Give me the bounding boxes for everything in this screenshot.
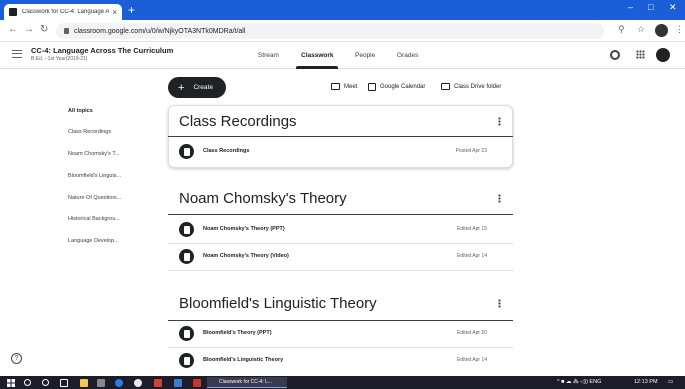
item-date: Edited Apr 15 bbox=[456, 226, 487, 232]
item-title: Bloomfield's Theory (PPT) bbox=[203, 330, 272, 336]
task-view-icon[interactable] bbox=[60, 379, 68, 387]
reload-icon[interactable]: ↻ bbox=[40, 24, 48, 36]
tab-people[interactable]: People bbox=[355, 52, 375, 59]
back-arrow-icon[interactable]: ← bbox=[8, 24, 18, 36]
notifications-icon[interactable]: ▭ bbox=[668, 379, 673, 385]
windows-start-icon[interactable] bbox=[7, 379, 15, 387]
calendar-icon bbox=[368, 83, 376, 91]
sidebar-item-language-development[interactable]: Language Develop... bbox=[68, 238, 119, 244]
google-apps-icon[interactable] bbox=[636, 50, 645, 59]
office-icon[interactable] bbox=[154, 379, 162, 387]
item-date: Edited Apr 14 bbox=[456, 357, 487, 363]
main-menu-icon[interactable] bbox=[12, 50, 22, 58]
lock-icon bbox=[64, 28, 69, 34]
sidebar-item-bloomfield[interactable]: Bloomfield's Linguis... bbox=[68, 173, 121, 179]
address-bar[interactable]: classroom.google.com/u/0/w/NjkyOTA3NTk0M… bbox=[56, 23, 604, 39]
list-item[interactable]: Bloomfield's Theory (PPT) Edited Apr 20 bbox=[168, 321, 513, 347]
list-item[interactable]: Class Recordings Posted Apr 23 bbox=[168, 139, 513, 165]
sidebar-item-nature-of-questioning[interactable]: Nature Of Questioni... bbox=[68, 195, 121, 201]
browser-tab[interactable]: Classwork for CC-4: Language Ac × bbox=[4, 4, 122, 20]
classroom-favicon-icon bbox=[9, 8, 17, 16]
new-tab-button[interactable]: + bbox=[128, 4, 135, 16]
item-date: Edited Apr 20 bbox=[456, 330, 487, 336]
item-title: Class Recordings bbox=[203, 148, 250, 154]
meet-link[interactable]: Meet bbox=[331, 83, 357, 90]
material-icon bbox=[179, 144, 194, 159]
calendar-label: Google Calendar bbox=[380, 84, 426, 90]
list-item[interactable]: Noam Chomsky's Theory (Video) Edited Apr… bbox=[168, 244, 513, 270]
sidebar-item-noam-chomsky[interactable]: Noam Chomsky's T... bbox=[68, 151, 120, 157]
more-options-icon[interactable] bbox=[498, 299, 501, 308]
close-tab-icon[interactable]: × bbox=[112, 8, 117, 17]
item-date: Edited Apr 14 bbox=[456, 253, 487, 259]
media-app-icon[interactable] bbox=[193, 379, 201, 387]
browser-tab-strip: Classwork for CC-4: Language Ac × + – □ … bbox=[0, 0, 685, 20]
row-separator bbox=[168, 270, 513, 271]
sidebar-item-all-topics[interactable]: All topics bbox=[68, 108, 93, 114]
edge-icon[interactable] bbox=[115, 379, 123, 387]
more-options-icon[interactable] bbox=[498, 117, 501, 126]
create-label: Create bbox=[193, 84, 213, 91]
settings-gear-icon[interactable] bbox=[610, 50, 620, 60]
browser-menu-icon[interactable]: ⋮ bbox=[675, 24, 684, 35]
sidebar-item-class-recordings[interactable]: Class Recordings bbox=[68, 129, 111, 135]
active-tab-indicator bbox=[296, 66, 338, 69]
drive-label: Class Drive folder bbox=[454, 83, 502, 90]
forward-arrow-icon[interactable]: → bbox=[24, 24, 34, 36]
windows-taskbar: Classwork for CC-4: L... ^ ■ ☁ ⁂ ◁)) ENG… bbox=[0, 376, 685, 389]
tab-title: Classwork for CC-4: Language Ac bbox=[22, 9, 110, 15]
tab-stream[interactable]: Stream bbox=[258, 52, 279, 59]
minimize-window-button[interactable]: – bbox=[628, 2, 633, 12]
material-icon bbox=[179, 249, 194, 264]
topic-title[interactable]: Class Recordings bbox=[179, 113, 297, 130]
help-icon[interactable]: ? bbox=[11, 353, 22, 364]
item-title: Bloomfield's Linguistic Theory bbox=[203, 357, 284, 363]
maximize-window-button[interactable]: □ bbox=[648, 2, 653, 12]
google-calendar-link[interactable]: Google Calendar bbox=[368, 83, 425, 91]
taskbar-chrome-window[interactable]: Classwork for CC-4: L... bbox=[207, 377, 287, 388]
class-drive-folder-link[interactable]: Class Drive folder bbox=[441, 83, 501, 90]
item-date: Posted Apr 23 bbox=[455, 148, 487, 154]
zoom-search-icon[interactable]: ⚲ bbox=[618, 24, 625, 35]
clock[interactable]: 12:13 PM bbox=[634, 379, 658, 385]
list-item[interactable]: Noam Chomsky's Theory (PPT) Edited Apr 1… bbox=[168, 217, 513, 243]
browser-profile-avatar[interactable] bbox=[655, 24, 668, 37]
create-button[interactable]: + Create bbox=[168, 77, 226, 98]
material-icon bbox=[179, 326, 194, 341]
list-item[interactable]: Bloomfield's Linguistic Theory Edited Ap… bbox=[168, 348, 513, 374]
photos-icon[interactable] bbox=[174, 379, 182, 387]
more-options-icon[interactable] bbox=[498, 194, 501, 203]
material-icon bbox=[179, 222, 194, 237]
course-subtitle: B.Ed. - 1st Year(2019-21) bbox=[31, 56, 88, 62]
topic-title[interactable]: Noam Chomsky's Theory bbox=[179, 190, 347, 207]
tab-classwork[interactable]: Classwork bbox=[301, 52, 334, 59]
bookmark-star-icon[interactable]: ☆ bbox=[637, 24, 645, 35]
video-camera-icon bbox=[331, 83, 340, 90]
topic-divider bbox=[168, 214, 513, 215]
tab-grades[interactable]: Grades bbox=[397, 52, 418, 59]
topic-title[interactable]: Bloomfield's Linguistic Theory bbox=[179, 295, 377, 312]
chrome-icon[interactable] bbox=[134, 379, 142, 387]
store-icon[interactable] bbox=[97, 379, 105, 387]
meet-label: Meet bbox=[344, 83, 358, 90]
close-window-button[interactable]: ✕ bbox=[669, 2, 677, 13]
item-title: Noam Chomsky's Theory (Video) bbox=[203, 253, 289, 259]
file-explorer-icon[interactable] bbox=[80, 379, 88, 387]
course-title[interactable]: CC-4: Language Across The Curriculum bbox=[31, 46, 173, 55]
url-text: classroom.google.com/u/0/w/NjkyOTA3NTk0M… bbox=[74, 27, 246, 35]
classroom-header: CC-4: Language Across The Curriculum B.E… bbox=[0, 42, 685, 69]
folder-icon bbox=[441, 83, 450, 90]
plus-icon: + bbox=[178, 81, 185, 94]
cortana-icon[interactable] bbox=[42, 379, 49, 386]
topic-divider bbox=[168, 136, 513, 137]
browser-toolbar: ← → ↻ classroom.google.com/u/0/w/NjkyOTA… bbox=[0, 20, 685, 42]
sidebar-item-historical-background[interactable]: Historical Backgrou... bbox=[68, 216, 120, 222]
search-icon[interactable] bbox=[24, 379, 31, 386]
account-avatar[interactable] bbox=[656, 48, 670, 62]
system-tray[interactable]: ^ ■ ☁ ⁂ ◁)) ENG bbox=[557, 379, 601, 385]
item-title: Noam Chomsky's Theory (PPT) bbox=[203, 226, 285, 232]
material-icon bbox=[179, 353, 194, 368]
